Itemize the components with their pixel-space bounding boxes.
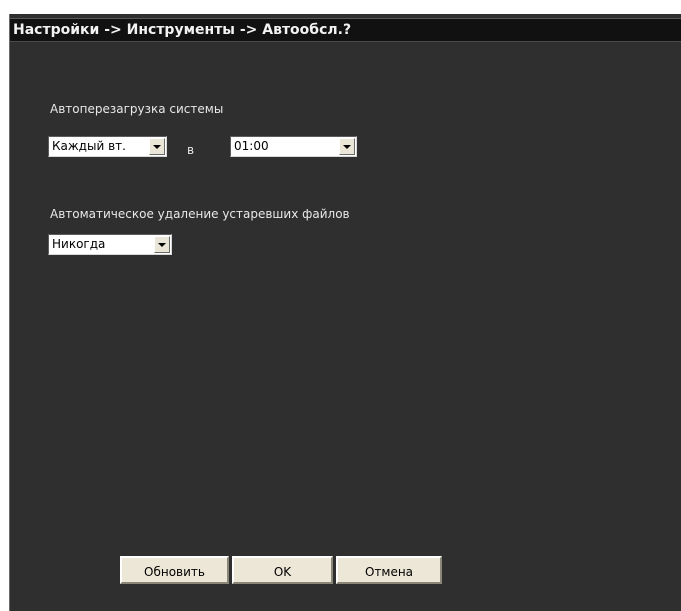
- chevron-down-icon[interactable]: [154, 236, 170, 253]
- title-bar: Настройки -> Инструменты -> Автообсл.?: [10, 18, 681, 42]
- at-label: в: [187, 143, 195, 157]
- reboot-day-select[interactable]: Каждый вт.: [48, 136, 167, 157]
- cancel-button[interactable]: Отмена: [336, 556, 442, 584]
- ok-button[interactable]: OK: [232, 556, 333, 584]
- reboot-time-value: 01:00: [234, 139, 269, 153]
- chevron-down-icon[interactable]: [339, 138, 355, 155]
- auto-delete-select[interactable]: Никогда: [48, 234, 172, 255]
- chevron-down-icon[interactable]: [149, 138, 165, 155]
- refresh-button[interactable]: Обновить: [120, 556, 229, 584]
- auto-delete-value: Никогда: [52, 237, 106, 251]
- auto-reboot-label: Автоперезагрузка системы: [50, 102, 224, 116]
- reboot-time-select[interactable]: 01:00: [230, 136, 357, 157]
- window-title: Настройки -> Инструменты -> Автообсл.?: [13, 22, 352, 38]
- auto-delete-label: Автоматическое удаление устаревших файло…: [50, 207, 350, 221]
- reboot-day-value: Каждый вт.: [52, 139, 126, 153]
- maintenance-window: Настройки -> Инструменты -> Автообсл.? А…: [9, 14, 681, 611]
